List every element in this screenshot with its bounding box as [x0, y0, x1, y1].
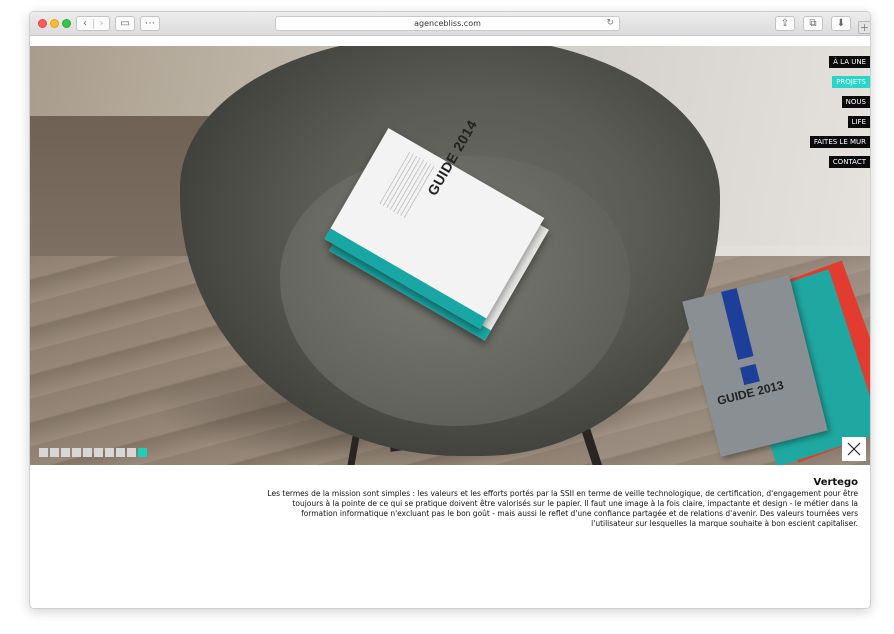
url-text: agencebliss.com — [414, 19, 481, 28]
nav-buttons: ‹ › — [76, 16, 110, 31]
book-grey-bar — [721, 288, 754, 360]
back-button[interactable]: ‹ — [77, 18, 93, 29]
close-project-button[interactable] — [842, 437, 866, 461]
sidebar-toggle-button[interactable]: ▭ — [115, 16, 135, 31]
zoom-window-button[interactable] — [62, 19, 71, 28]
minimize-window-button[interactable] — [50, 19, 59, 28]
project-title: Vertego — [813, 477, 859, 488]
forward-button[interactable]: › — [92, 18, 109, 29]
menu-item-projets[interactable]: PROJETS — [832, 76, 870, 88]
slider-dot[interactable] — [83, 448, 92, 457]
book-grey-title: GUIDE 2013 — [715, 377, 786, 408]
menu-item-nous[interactable]: NOUS — [841, 96, 870, 108]
menu-item-life[interactable]: LIFE — [847, 116, 870, 128]
menu-item-contact[interactable]: CONTACT — [828, 156, 870, 168]
menu-item-à-la-une[interactable]: À LA UNE — [829, 56, 870, 68]
share-button[interactable]: ⇪ — [775, 16, 795, 31]
browser-toolbar: ‹ › ▭ ⋯ agencebliss.com ↻ ⇪ ⧉ ⬇ + — [30, 12, 870, 36]
hero-image: GUIDE 2013 GUIDE 2014 À LA UNE PROJETS NOU… — [30, 46, 870, 465]
browser-window: ‹ › ▭ ⋯ agencebliss.com ↻ ⇪ ⧉ ⬇ + GUIDE … — [29, 11, 871, 609]
slider-dot[interactable] — [105, 448, 114, 457]
menu-item-faites-le-mur[interactable]: FAITES LE MUR — [809, 136, 870, 148]
show-tabs-button[interactable]: ⧉ — [803, 16, 823, 31]
slider-dot[interactable] — [50, 448, 59, 457]
address-bar[interactable]: agencebliss.com ↻ — [275, 16, 620, 31]
project-description: Les termes de la mission sont simples : … — [267, 489, 858, 528]
slider-dot[interactable] — [116, 448, 125, 457]
reload-icon[interactable]: ↻ — [606, 18, 614, 28]
slider-dot[interactable] — [72, 448, 81, 457]
web-page: GUIDE 2013 GUIDE 2014 À LA UNE PROJETS NOU… — [30, 36, 870, 608]
top-sites-button[interactable]: ⋯ — [140, 16, 160, 31]
slider-dot[interactable] — [61, 448, 70, 457]
close-window-button[interactable] — [38, 19, 47, 28]
slider-dot[interactable] — [94, 448, 103, 457]
slider-dot[interactable] — [127, 448, 136, 457]
new-tab-button[interactable]: + — [858, 21, 870, 34]
book-grey-bar — [739, 363, 760, 386]
slider-pagination — [39, 448, 147, 457]
project-caption: Vertego Les termes de la mission sont si… — [258, 477, 858, 529]
slider-dot[interactable] — [138, 448, 147, 457]
downloads-button[interactable]: ⬇ — [831, 16, 851, 31]
close-icon — [847, 442, 861, 456]
slider-dot[interactable] — [39, 448, 48, 457]
